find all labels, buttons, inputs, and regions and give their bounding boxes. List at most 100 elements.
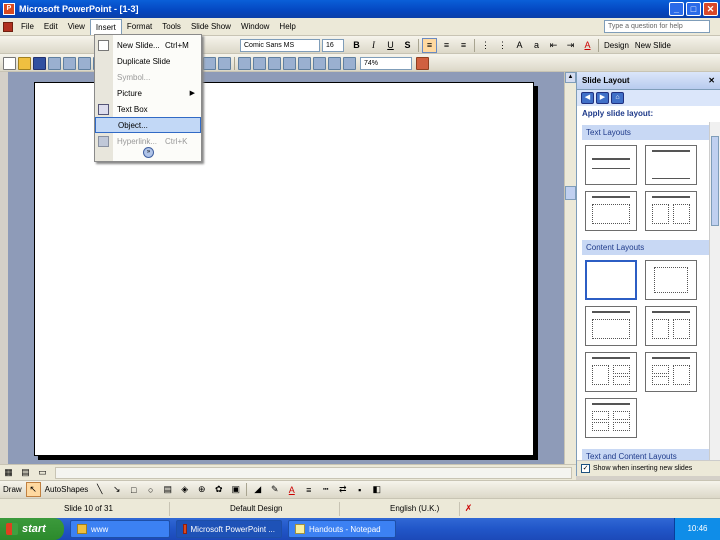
italic-button[interactable]: I [366,38,381,53]
menu-view[interactable]: View [63,19,90,35]
decrease-font-icon[interactable]: a [529,38,544,53]
numbering-icon[interactable]: ⋮ [478,38,493,53]
start-button[interactable]: start [0,518,64,540]
menu-item-object[interactable]: Object... [95,117,201,133]
insert-picture-icon[interactable]: ▣ [228,482,243,497]
color-grayscale-icon[interactable] [343,56,356,70]
task-pane-scroll-thumb[interactable] [711,136,719,226]
scroll-thumb[interactable] [565,186,576,200]
layout-two-column-text[interactable] [645,191,697,231]
menu-edit[interactable]: Edit [39,19,63,35]
align-right-icon[interactable]: ≡ [456,38,471,53]
new-slide-button[interactable]: New Slide [632,38,674,53]
taskbar-notepad[interactable]: Handouts - Notepad [288,520,396,538]
select-objects-icon[interactable]: ↖ [25,482,41,497]
draw-menu-button[interactable]: Draw [3,485,22,494]
shadow-style-icon[interactable]: ▪ [352,482,367,497]
fill-color-icon[interactable]: ◢ [250,482,265,497]
shadow-button[interactable]: S [400,38,415,53]
help-icon[interactable] [416,56,429,70]
oval-icon[interactable]: ○ [143,482,158,497]
save-icon[interactable] [33,56,46,70]
arrow-icon[interactable]: ↘ [109,482,124,497]
layout-title-content-two[interactable] [585,352,637,392]
autoshapes-menu-button[interactable]: AutoShapes [45,485,89,494]
layout-title-slide[interactable] [585,145,637,185]
font-color-draw-icon[interactable]: A [284,482,299,497]
increase-font-icon[interactable]: A [512,38,527,53]
wordart-icon[interactable]: ◈ [177,482,192,497]
layout-title-only[interactable] [645,145,697,185]
hyperlink-icon[interactable] [283,56,296,70]
redo-icon[interactable] [218,56,231,70]
text-box-icon[interactable]: ▤ [160,482,175,497]
menu-tools[interactable]: Tools [157,19,186,35]
forward-icon[interactable]: ▶ [596,92,609,104]
grid-icon[interactable] [328,56,341,70]
arrow-style-icon[interactable]: ⇄ [335,482,350,497]
line-style-icon[interactable]: ≡ [301,482,316,497]
zoom-select[interactable]: 74% [360,56,412,70]
layout-title-four-content[interactable] [585,398,637,438]
scroll-up-icon[interactable]: ▲ [565,72,576,83]
menu-insert[interactable]: Insert [89,18,122,35]
menu-format[interactable]: Format [122,19,157,35]
dash-style-icon[interactable]: ┅ [318,482,333,497]
powerpoint-app-icon[interactable]: P [3,3,15,15]
close-button[interactable]: ✕ [703,2,718,16]
layout-title-text[interactable] [585,191,637,231]
email-icon[interactable] [63,56,76,70]
font-size-select[interactable]: 16 [322,38,344,52]
menu-item-symbol[interactable]: Symbol... [95,69,201,85]
bold-button[interactable]: B [349,38,364,53]
tables-borders-icon[interactable] [268,56,281,70]
open-icon[interactable] [18,56,31,70]
slide-show-view-icon[interactable]: ▭ [35,465,50,480]
help-question-input[interactable]: Type a question for help [604,20,710,33]
expand-menu-chevron-icon[interactable]: » [143,147,154,158]
vertical-scrollbar[interactable]: ▲ [564,72,576,464]
document-control-icon[interactable] [3,21,13,32]
undo-icon[interactable] [203,56,216,70]
menu-window[interactable]: Window [236,19,274,35]
menu-item-duplicate-slide[interactable]: Duplicate Slide [95,53,201,69]
insert-table-icon[interactable] [253,56,266,70]
show-formatting-icon[interactable] [313,56,326,70]
menu-help[interactable]: Help [274,19,300,35]
menu-item-new-slide[interactable]: New Slide... Ctrl+M [95,37,201,53]
line-icon[interactable]: ╲ [92,482,107,497]
increase-indent-icon[interactable]: ⇥ [563,38,578,53]
layout-title-two-content-stacked[interactable] [645,352,697,392]
maximize-button[interactable]: □ [686,2,701,16]
new-icon[interactable] [3,56,16,70]
slide-sorter-view-icon[interactable]: ▤ [18,465,33,480]
taskbar-powerpoint[interactable]: Microsoft PowerPoint ... [176,520,282,538]
decrease-indent-icon[interactable]: ⇤ [546,38,561,53]
3d-style-icon[interactable]: ◧ [369,482,384,497]
taskbar-folder-www[interactable]: www [70,520,170,538]
horizontal-scrollbar[interactable] [55,466,572,479]
align-center-icon[interactable]: ≡ [439,38,454,53]
design-button[interactable]: Design [601,38,632,53]
diagram-icon[interactable]: ⊕ [194,482,209,497]
rectangle-icon[interactable]: □ [126,482,141,497]
insert-chart-icon[interactable] [238,56,251,70]
font-name-select[interactable]: Comic Sans MS [240,38,320,52]
normal-view-icon[interactable]: ▦ [1,465,16,480]
expand-icon[interactable] [298,56,311,70]
menu-item-picture[interactable]: Picture ▶ [95,85,201,101]
menu-item-text-box[interactable]: Text Box [95,101,201,117]
line-color-icon[interactable]: ✎ [267,482,282,497]
menu-slide-show[interactable]: Slide Show [186,19,236,35]
bullets-icon[interactable]: ⋮ [495,38,510,53]
align-left-icon[interactable]: ≡ [422,37,437,53]
layout-content[interactable] [645,260,697,300]
show-when-inserting-checkbox[interactable]: ✓ [581,464,590,473]
clip-art-icon[interactable]: ✿ [211,482,226,497]
layout-title-content[interactable] [585,306,637,346]
print-icon[interactable] [78,56,91,70]
spelling-status-icon[interactable]: ✗ [461,501,476,516]
task-pane-scrollbar[interactable] [709,122,720,460]
home-icon[interactable]: ⌂ [611,92,624,104]
minimize-button[interactable]: _ [669,2,684,16]
